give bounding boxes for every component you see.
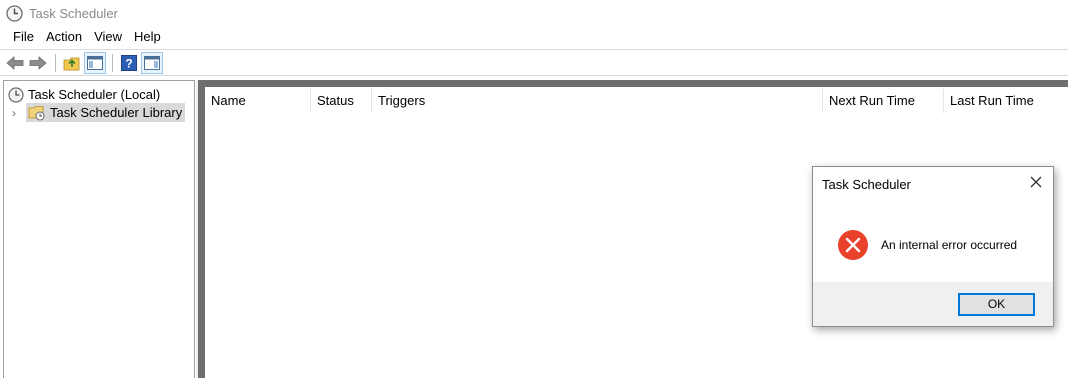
column-header-name[interactable]: Name — [205, 89, 311, 113]
ok-button[interactable]: OK — [958, 293, 1035, 316]
menu-help[interactable]: Help — [128, 26, 167, 48]
forward-arrow-icon — [29, 55, 47, 70]
tree-item-task-scheduler-local[interactable]: Task Scheduler (Local) — [8, 85, 160, 104]
chevron-right-icon[interactable]: › — [12, 106, 22, 120]
scheduled-folder-icon — [28, 105, 45, 120]
column-header-triggers[interactable]: Triggers — [372, 89, 823, 113]
toolbar-separator — [55, 53, 56, 72]
forward-button[interactable] — [27, 52, 49, 74]
tree-item-label: Task Scheduler (Local) — [28, 87, 161, 102]
toolbar: ? — [0, 49, 1068, 76]
column-header-status[interactable]: Status — [311, 89, 372, 113]
tree-item-selection: Task Scheduler Library — [26, 103, 186, 122]
tree-item-label: Task Scheduler Library — [50, 105, 183, 120]
title-bar: Task Scheduler — [0, 0, 1070, 26]
error-icon — [838, 229, 868, 260]
error-dialog: Task Scheduler An internal error occurre… — [812, 166, 1054, 327]
show-hide-action-pane-icon — [144, 55, 160, 70]
console-tree: Task Scheduler (Local) › Task Scheduler … — [3, 80, 195, 378]
show-hide-console-tree-icon — [87, 55, 103, 70]
clock-icon — [8, 86, 24, 103]
list-header: Name Status Triggers Next Run Time Last … — [205, 89, 1070, 113]
toolbar-separator — [112, 53, 113, 72]
menu-file[interactable]: File — [7, 26, 40, 48]
show-hide-console-tree-button[interactable] — [84, 51, 106, 74]
window-title: Task Scheduler — [29, 5, 118, 21]
up-button[interactable] — [61, 52, 83, 74]
back-button[interactable] — [4, 52, 26, 74]
close-icon[interactable] — [1028, 174, 1044, 190]
menu-view[interactable]: View — [88, 26, 128, 48]
column-header-last-run-time[interactable]: Last Run Time — [944, 89, 1068, 113]
dialog-footer: OK — [813, 282, 1053, 326]
help-button[interactable]: ? — [118, 52, 140, 74]
back-arrow-icon — [6, 55, 24, 70]
help-icon: ? — [121, 54, 137, 71]
dialog-message: An internal error occurred — [881, 237, 1018, 252]
svg-text:?: ? — [125, 56, 132, 70]
tree-item-task-scheduler-library[interactable]: › Task Scheduler Library — [12, 103, 186, 122]
show-hide-action-pane-button[interactable] — [141, 51, 163, 74]
menu-action[interactable]: Action — [40, 26, 88, 48]
menu-bar: File Action View Help — [0, 26, 167, 48]
dialog-body: An internal error occurred — [813, 207, 1053, 282]
up-folder-icon — [63, 57, 80, 70]
clock-app-icon — [6, 4, 23, 22]
column-header-next-run-time[interactable]: Next Run Time — [823, 89, 944, 113]
dialog-title: Task Scheduler — [822, 177, 911, 192]
